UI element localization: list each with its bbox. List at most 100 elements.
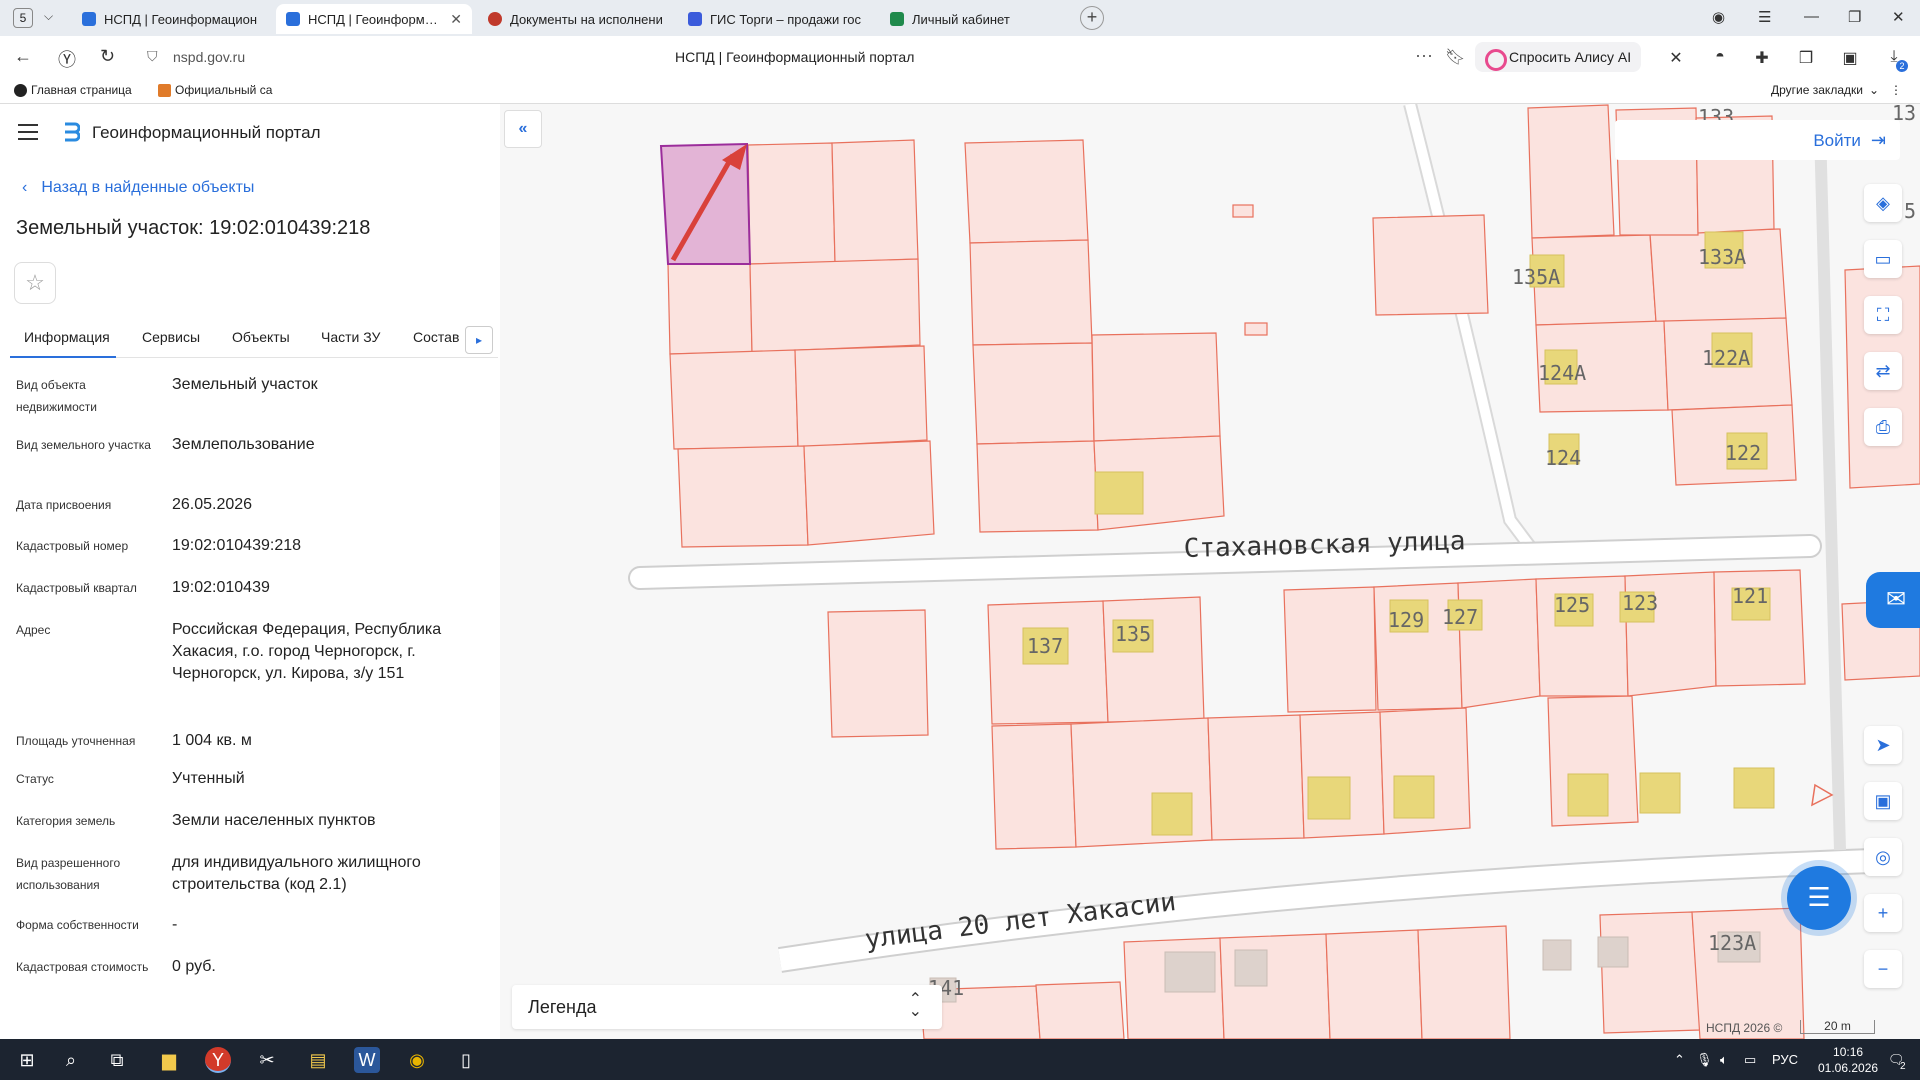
browser-tab-1[interactable]: НСПД | Геоинформацион <box>72 4 268 34</box>
url-page-title: НСПД | Геоинформационный портал <box>675 49 915 65</box>
system-clock[interactable]: 10:16 01.06.2026 <box>1818 1044 1878 1076</box>
bookmark-official[interactable]: Официальный са <box>158 83 272 97</box>
bookmark-label: Официальный са <box>175 83 273 97</box>
zoom-in-button[interactable]: + <box>1864 894 1902 932</box>
language-indicator[interactable]: РУС <box>1772 1052 1798 1067</box>
favorite-star-button[interactable]: ☆ <box>14 262 56 304</box>
location-pin-icon[interactable]: ◎ <box>1864 838 1902 876</box>
alice-button[interactable]: Спросить Алису AI <box>1475 42 1642 72</box>
url-host: nspd.gov.ru <box>173 49 246 65</box>
tab-count-badge[interactable]: 5 <box>13 8 33 28</box>
browser-tab-bar: 5 ⌵ НСПД | Геоинформацион НСПД | Геоинфо… <box>0 0 1920 36</box>
tab-parts[interactable]: Части ЗУ <box>321 322 380 358</box>
property-value: Земельный участок <box>172 376 318 393</box>
close-window-icon[interactable]: ✕ <box>1892 8 1905 26</box>
chevron-down-icon[interactable]: ⌵ <box>44 9 53 24</box>
object-info-panel: Геоинформационный портал ‹ Назад в найде… <box>0 104 500 1039</box>
house-number: 135А <box>1512 265 1560 289</box>
back-to-results-link[interactable]: ‹ Назад в найденные объекты <box>22 179 254 197</box>
tab-label: Личный кабинет <box>912 11 1010 27</box>
other-bookmarks[interactable]: Другие закладки ⌄ <box>1771 83 1879 97</box>
extension-green-icon[interactable]: ▣ <box>1840 48 1860 68</box>
browser-tab-5[interactable]: Личный кабинет <box>880 4 1076 34</box>
expand-icon: ⌃ ⌄ <box>908 991 922 1020</box>
minimize-icon[interactable]: — <box>1804 8 1819 25</box>
hamburger-menu-icon[interactable] <box>18 124 38 140</box>
file-explorer-icon[interactable]: ▆ <box>156 1047 182 1073</box>
url-field[interactable]: ⛉ nspd.gov.ru НСПД | Геоинформационный п… <box>135 40 1475 74</box>
minimap-icon[interactable]: ▣ <box>1864 782 1902 820</box>
map-canvas[interactable]: Стахановская улица улица 20 лет Хакасии … <box>500 104 1920 1039</box>
legend-panel[interactable]: Легенда ⌃ ⌄ <box>512 985 942 1029</box>
nspd-icon <box>286 12 300 26</box>
house-number: 129 <box>1388 608 1424 632</box>
browser-tab-4[interactable]: ГИС Торги – продажи гос <box>678 4 874 34</box>
property-value: Учтенный <box>172 770 245 787</box>
document-icon[interactable]: ▯ <box>453 1047 479 1073</box>
tab-services[interactable]: Сервисы <box>142 322 200 358</box>
tab-objects[interactable]: Объекты <box>232 322 290 358</box>
menu-icon[interactable]: ☰ <box>1758 8 1771 26</box>
print-icon[interactable]: ⎙ <box>1864 408 1902 446</box>
login-label: Войти <box>1813 130 1861 150</box>
layers-icon[interactable]: ◈ <box>1864 184 1902 222</box>
property-value: 1 004 кв. м <box>172 732 252 749</box>
collections-icon[interactable]: ❒ <box>1796 48 1816 68</box>
windows-start-icon[interactable]: ⊞ <box>14 1047 40 1073</box>
volume-icon[interactable]: 🔈︎ <box>1720 1052 1728 1068</box>
house-number: 123 <box>1622 591 1658 615</box>
new-tab-button[interactable]: + <box>1080 6 1104 30</box>
search-icon[interactable]: ⌕ <box>58 1047 84 1073</box>
collapse-panel-button[interactable]: « <box>504 110 542 148</box>
area-select-icon[interactable]: ⛶ <box>1864 296 1902 334</box>
extension-bowl-icon[interactable]: ◓ <box>1710 48 1730 68</box>
browser-tab-2-active[interactable]: НСПД | Геоинформаци ✕ <box>276 4 472 34</box>
back-arrow-icon[interactable]: ← <box>14 46 32 67</box>
tab-label: ГИС Торги – продажи гос <box>710 11 862 27</box>
property-label: Площадь уточненная <box>16 734 136 748</box>
puzzle-icon[interactable]: ✚ <box>1752 48 1772 68</box>
windows-taskbar: ⊞ ⌕ ⧉ ▆ Y ✂ ▤ W ◉ ▯ ⌃ 🎙︎ 🔈︎ ▭ РУС 10:16 … <box>0 1039 1920 1080</box>
browser-tab-3[interactable]: Документы на исполнени <box>478 4 674 34</box>
network-icon[interactable]: ▭ <box>1744 1052 1756 1068</box>
zoom-out-button[interactable]: − <box>1864 950 1902 988</box>
yandex-home-icon[interactable]: Ⓨ <box>58 46 76 72</box>
profile-icon[interactable]: ◉ <box>1712 8 1725 26</box>
tabs-scroll-right-button[interactable]: ▸ <box>465 326 493 354</box>
tab-composition[interactable]: Состав <box>413 322 459 358</box>
word-icon[interactable]: W <box>354 1047 380 1073</box>
ruler-icon[interactable]: ▭ <box>1864 240 1902 278</box>
portal-logo-icon <box>65 122 80 142</box>
sticky-notes-icon[interactable]: ▤ <box>305 1047 331 1073</box>
address-bar-row: ← Ⓨ ↻ ⛉ nspd.gov.ru НСПД | Геоинформацио… <box>0 36 1920 78</box>
restore-icon[interactable]: ❐ <box>1848 8 1861 26</box>
bookmark-home[interactable]: Главная страница <box>14 83 132 97</box>
more-icon[interactable]: ··· <box>1415 45 1433 66</box>
chat-button[interactable]: ☰ <box>1787 866 1851 930</box>
task-view-icon[interactable]: ⧉ <box>104 1047 130 1073</box>
login-button[interactable]: Войти ⇥ <box>1813 130 1886 151</box>
microphone-icon[interactable]: 🎙︎ <box>1696 1052 1713 1068</box>
snipping-icon[interactable]: ✂ <box>254 1047 280 1073</box>
tab-information[interactable]: Информация <box>10 322 116 358</box>
extension-k-icon[interactable]: ✕ <box>1666 48 1686 68</box>
more-vertical-icon[interactable]: ⋮ <box>1890 83 1902 97</box>
clock-date: 01.06.2026 <box>1818 1061 1879 1075</box>
feedback-side-button[interactable]: ✉ <box>1866 572 1920 628</box>
share-icon[interactable]: ⇄ <box>1864 352 1902 390</box>
legend-label: Легенда <box>528 997 597 1017</box>
login-icon: ⇥ <box>1870 130 1886 150</box>
emblem-icon <box>158 83 171 97</box>
chevron-up-icon[interactable]: ⌃ <box>1674 1052 1685 1068</box>
chrome-icon[interactable]: ◉ <box>404 1047 430 1073</box>
property-value: для индивидуального жилищного строительс… <box>172 854 421 893</box>
reload-icon[interactable]: ↻ <box>100 46 115 67</box>
house-number: 135 <box>1115 622 1151 646</box>
house-number: 5 <box>1904 199 1916 223</box>
yandex-browser-icon[interactable]: Y <box>205 1047 231 1073</box>
close-icon[interactable]: ✕ <box>450 11 462 28</box>
cadastral-map[interactable]: Стахановская улица улица 20 лет Хакасии … <box>500 104 1920 1039</box>
property-value: Земли населенных пунктов <box>172 812 376 829</box>
locate-icon[interactable]: ➤ <box>1864 726 1902 764</box>
bookmark-icon[interactable]: 🔖︎ <box>1445 47 1465 67</box>
